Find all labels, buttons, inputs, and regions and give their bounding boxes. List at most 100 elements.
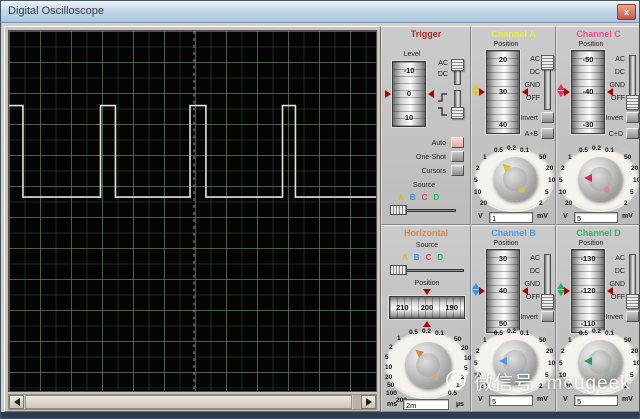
dial-value: 40	[487, 286, 519, 295]
watermark-text: 微信号: mcugeek	[474, 368, 631, 395]
scale-number: 20	[480, 200, 487, 207]
watermark: 微信号: mcugeek	[443, 367, 631, 395]
switch-handle[interactable]	[451, 59, 464, 71]
invert-label: Invert	[506, 115, 538, 122]
slider-handle[interactable]	[390, 265, 407, 275]
oscilloscope-display	[8, 30, 377, 392]
channel-d-invert-button[interactable]	[626, 311, 639, 322]
channel-a-invert-button[interactable]	[541, 112, 554, 123]
auto-button[interactable]	[451, 137, 464, 148]
timebase-value[interactable]: 2m	[403, 399, 449, 410]
source-d: D	[433, 193, 439, 202]
gnd-label: GND	[601, 79, 625, 92]
scale-number: 10	[548, 360, 555, 367]
channel-c-invert-button[interactable]	[626, 112, 639, 123]
scale-number: 20	[631, 348, 638, 355]
knob-pointer-icon	[580, 357, 592, 365]
unit-volts: V	[478, 396, 483, 403]
channel-d-title: Channel D	[557, 228, 640, 238]
trigger-source-slider[interactable]	[390, 205, 456, 215]
display-horizontal-scrollbar[interactable]	[8, 394, 377, 410]
unit-millivolts: mV	[622, 213, 633, 220]
channel-a-coupling-slider[interactable]	[544, 55, 551, 110]
cursors-button[interactable]	[451, 165, 464, 176]
dial-marker-bottom-icon	[423, 321, 431, 327]
dial-value: 30	[487, 254, 519, 263]
horizontal-position-dial[interactable]: 210 200 190	[389, 296, 465, 319]
position-label: Position	[407, 280, 447, 287]
slider-handle[interactable]	[541, 294, 554, 309]
scale-number: 20	[385, 374, 392, 381]
channel-a-scale-value[interactable]: 1	[489, 212, 533, 223]
scrollbar-thumb[interactable]	[25, 395, 352, 409]
horizontal-source-slider[interactable]	[390, 265, 464, 275]
scroll-left-button[interactable]	[9, 395, 24, 409]
slider-handle[interactable]	[541, 55, 554, 70]
scale-number: 1	[483, 337, 487, 344]
source-c: C	[426, 253, 432, 262]
source-label: Source	[404, 182, 444, 189]
scale-number: 20	[461, 345, 468, 352]
channel-c-sum-button[interactable]	[626, 128, 639, 139]
scale-number: 5	[559, 177, 563, 184]
scale-number: 0.5	[494, 330, 503, 337]
one-shot-label: One-Shot	[388, 154, 446, 161]
channel-b-invert-button[interactable]	[541, 311, 554, 322]
dial-value: 200	[421, 303, 434, 312]
ac-label: AC	[601, 252, 625, 265]
dial-value: 210	[396, 303, 409, 312]
gnd-label: GND	[516, 278, 540, 291]
scale-number: 10	[559, 189, 566, 196]
slider-handle[interactable]	[390, 205, 407, 215]
dc-label: DC	[426, 69, 448, 80]
close-button[interactable]: x	[617, 4, 636, 20]
channel-c-coupling-slider[interactable]	[629, 55, 636, 110]
level-marker-right-icon	[428, 90, 434, 98]
scale-number: 0.2	[507, 145, 516, 152]
off-label: OFF	[601, 92, 625, 105]
off-label: OFF	[516, 291, 540, 304]
channel-d-coupling-labels: AC DC GND OFF	[601, 252, 625, 304]
auto-label: Auto	[388, 140, 446, 147]
dial-value: 10	[393, 113, 425, 122]
channel-a-section: Channel A Position 20 30 40 AC DC GND OF…	[471, 26, 556, 225]
channel-a-gain-knob[interactable]: 1 2 5 10 20 0.5 0.2 0.1 50 20 10 5 2 V 1…	[473, 147, 556, 225]
off-label: OFF	[601, 291, 625, 304]
channel-a-sum-button[interactable]	[541, 128, 554, 139]
scrollbar-track[interactable]	[353, 395, 361, 409]
channel-b-scale-value[interactable]: 5	[489, 395, 533, 406]
scale-number: 1	[568, 337, 572, 344]
source-d: D	[437, 253, 443, 262]
ac-label: AC	[601, 53, 625, 66]
scale-number: 20	[565, 200, 572, 207]
scale-number: 5	[474, 177, 478, 184]
channel-c-gain-knob[interactable]: 1 2 5 10 20 0.5 0.2 0.1 50 20 10 5 2 V 5…	[558, 147, 640, 225]
dc-label: DC	[516, 66, 540, 79]
title-bar[interactable]: Digital Oscilloscope x	[1, 1, 640, 23]
dial-value: -120	[572, 286, 604, 295]
dc-label: DC	[601, 265, 625, 278]
trigger-edge-switch[interactable]	[454, 90, 461, 119]
level-label: Level	[392, 51, 432, 58]
source-b: B	[410, 193, 416, 202]
trigger-level-dial[interactable]: -10 0 10	[392, 61, 426, 127]
invert-label: Invert	[591, 115, 623, 122]
slider-handle[interactable]	[626, 294, 639, 309]
slider-handle[interactable]	[626, 95, 639, 110]
channel-d-coupling-slider[interactable]	[629, 254, 636, 309]
channel-a-coupling-labels: AC DC GND OFF	[516, 53, 540, 105]
dial-marker-left-icon	[564, 287, 570, 295]
one-shot-button[interactable]	[451, 151, 464, 162]
channel-d-scale-value[interactable]: 5	[574, 395, 618, 406]
watermark-chick-icon	[443, 367, 469, 395]
channel-c-scale-value[interactable]: 5	[574, 212, 618, 223]
level-marker-left-icon	[385, 90, 391, 98]
scale-number: 0.5	[494, 147, 503, 154]
trigger-coupling-switch[interactable]	[454, 59, 461, 85]
switch-handle[interactable]	[451, 107, 464, 119]
channel-b-coupling-labels: AC DC GND OFF	[516, 252, 540, 304]
scale-number: 0.1	[435, 330, 444, 337]
scroll-right-button[interactable]	[361, 395, 376, 409]
scale-number: 2	[476, 348, 480, 355]
channel-b-coupling-slider[interactable]	[544, 254, 551, 309]
